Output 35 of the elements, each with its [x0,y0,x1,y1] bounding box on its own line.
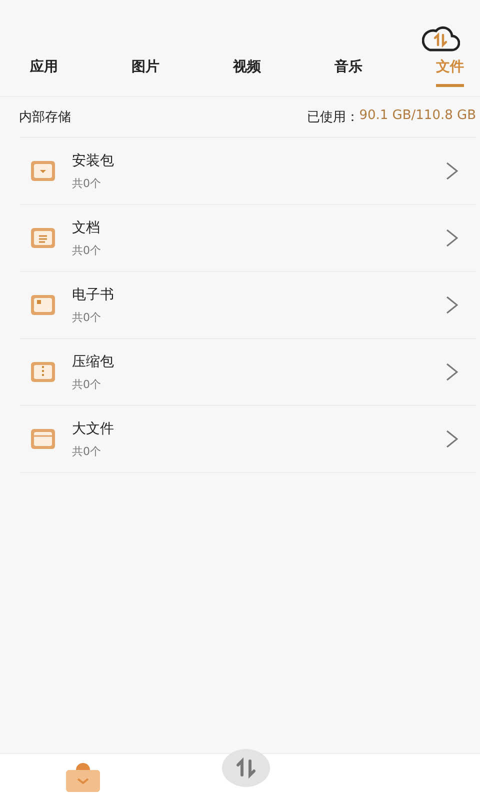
category-item[interactable]: 大文件 共0个 [20,405,476,473]
category-name: 安装包 [72,152,114,170]
cloud-transfer-icon[interactable] [422,26,460,52]
category-name: 电子书 [72,286,114,304]
tab[interactable]: 视频 [233,52,261,90]
tab[interactable]: 图片 [132,52,160,90]
category-item[interactable]: 电子书 共0个 [20,271,476,338]
category-name: 文档 [72,218,100,236]
chevron-right-icon [446,430,458,448]
transfer-button[interactable] [221,748,271,788]
category-count: 共0个 [72,176,101,190]
category-name: 大文件 [72,420,114,438]
archive-icon [30,361,56,383]
category-count: 共0个 [72,242,101,258]
document-icon [30,227,56,249]
chevron-right-icon [446,363,458,381]
category-count: 共0个 [72,310,101,324]
package-icon [30,160,56,182]
storage-label: 内部存储 [19,109,71,126]
category-name: 压缩包 [72,352,114,370]
book-icon [30,294,56,316]
chevron-right-icon [446,229,458,247]
folder-icon [30,428,56,450]
category-item[interactable]: 文档 共0个 [20,204,476,271]
briefcase-icon[interactable] [64,761,102,793]
category-count: 共0个 [72,376,101,392]
chevron-right-icon [446,162,458,180]
chevron-right-icon [446,296,458,314]
used-value: 90.1 GB/110.8 GB [359,108,476,125]
category-count: 共0个 [72,444,101,458]
category-item[interactable]: 安装包 共0个 [20,137,476,204]
tab[interactable]: 音乐 [334,52,362,90]
used-label: 已使用： [307,109,360,126]
category-item[interactable]: 压缩包 共0个 [20,338,476,405]
tab[interactable]: 应用 [30,52,58,90]
